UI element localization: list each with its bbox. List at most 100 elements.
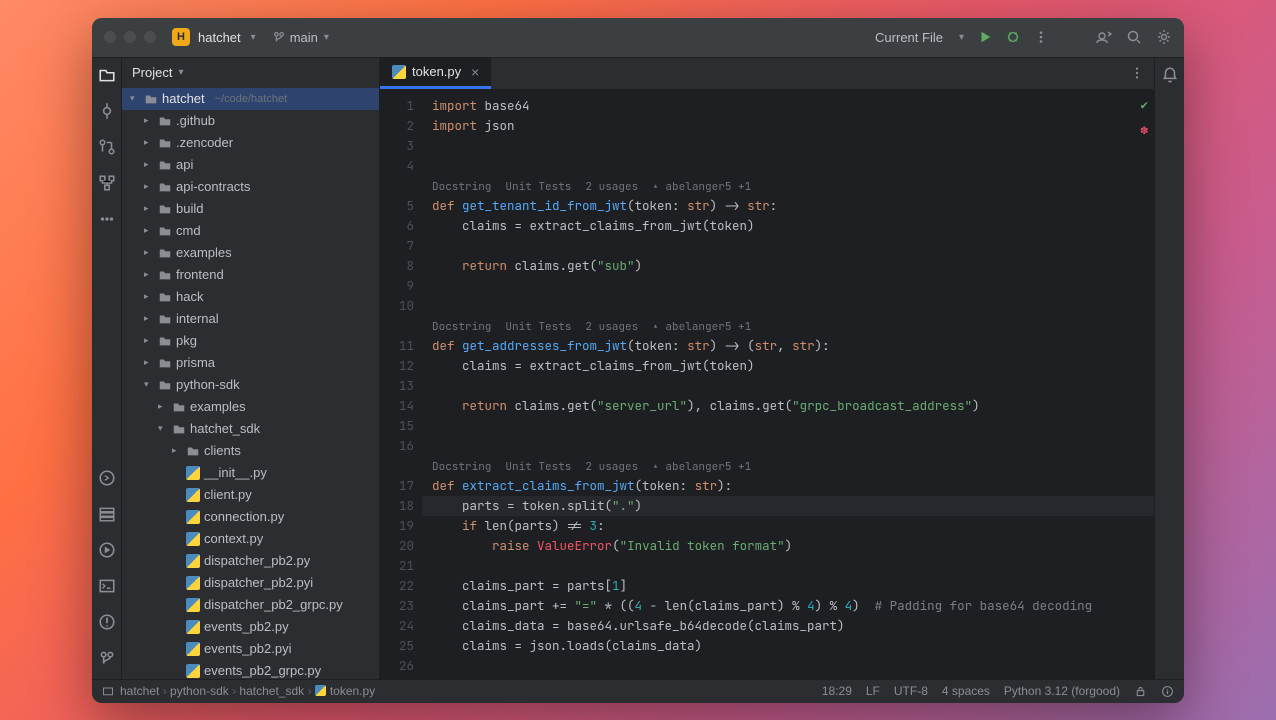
tree-folder[interactable]: ▸api xyxy=(122,154,379,176)
file-tree[interactable]: ▾hatchet~/code/hatchet▸.github▸.zencoder… xyxy=(122,88,379,679)
tree-item-label: .github xyxy=(176,113,215,128)
terminal-icon[interactable] xyxy=(98,577,116,595)
tree-folder[interactable]: ▸hack xyxy=(122,286,379,308)
project-name[interactable]: hatchet xyxy=(198,30,241,45)
notifications-icon[interactable] xyxy=(1161,66,1179,84)
tree-folder[interactable]: ▾hatchet_sdk xyxy=(122,418,379,440)
pull-requests-icon[interactable] xyxy=(98,138,116,156)
search-icon[interactable] xyxy=(1126,29,1142,45)
interpreter[interactable]: Python 3.12 (forgood) xyxy=(1004,684,1120,698)
code-editor[interactable]: 1234567891011121314151617181920212223242… xyxy=(380,90,1154,679)
tree-file[interactable]: ▸context.py xyxy=(122,528,379,550)
tree-folder[interactable]: ▸examples xyxy=(122,242,379,264)
maximize-window[interactable] xyxy=(144,31,156,43)
cursor-position[interactable]: 18:29 xyxy=(822,684,852,698)
problems-icon[interactable] xyxy=(98,613,116,631)
tree-file[interactable]: ▸dispatcher_pb2.py xyxy=(122,550,379,572)
status-info-icon[interactable] xyxy=(1161,685,1174,698)
vcs-tool-icon[interactable] xyxy=(98,649,116,667)
folder-icon xyxy=(158,290,172,304)
vcs-branch[interactable]: main ▾ xyxy=(272,30,329,45)
debug-icon[interactable] xyxy=(1006,30,1020,44)
tree-folder[interactable]: ▸internal xyxy=(122,308,379,330)
run-icon[interactable] xyxy=(978,30,992,44)
tree-item-label: dispatcher_pb2.pyi xyxy=(204,575,313,590)
line-gutter: 1234567891011121314151617181920212223242… xyxy=(380,90,422,679)
code-content[interactable]: import base64import json DocstringUnit T… xyxy=(422,90,1154,679)
branch-icon xyxy=(272,30,286,44)
editor-tabs: token.py × xyxy=(380,58,1154,90)
tree-file[interactable]: ▸dispatcher_pb2.pyi xyxy=(122,572,379,594)
python-file-icon xyxy=(186,532,200,546)
settings-icon[interactable] xyxy=(1156,29,1172,45)
tree-item-label: python-sdk xyxy=(176,377,240,392)
tree-item-label: connection.py xyxy=(204,509,284,524)
line-separator[interactable]: LF xyxy=(866,684,880,698)
tree-folder[interactable]: ▸clients xyxy=(122,440,379,462)
tree-item-label: __init__.py xyxy=(204,465,267,480)
tree-folder[interactable]: ▸prisma xyxy=(122,352,379,374)
folder-icon xyxy=(158,114,172,128)
inspections-ok-icon[interactable]: ✔ xyxy=(1140,96,1148,113)
commit-tool-icon[interactable] xyxy=(98,102,116,120)
file-encoding[interactable]: UTF-8 xyxy=(894,684,928,698)
run-config-label[interactable]: Current File xyxy=(875,30,943,45)
run-config-chevron-icon[interactable]: ▾ xyxy=(959,32,964,43)
python-file-icon xyxy=(186,488,200,502)
more-icon[interactable] xyxy=(1034,30,1048,44)
tree-file[interactable]: ▸connection.py xyxy=(122,506,379,528)
indent-setting[interactable]: 4 spaces xyxy=(942,684,990,698)
left-tool-rail xyxy=(92,58,122,679)
tree-item-label: cmd xyxy=(176,223,201,238)
tree-item-label: client.py xyxy=(204,487,252,502)
folder-icon xyxy=(158,202,172,216)
folder-icon xyxy=(186,444,200,458)
tree-item-label: prisma xyxy=(176,355,215,370)
structure-tool-icon[interactable] xyxy=(98,174,116,192)
tree-folder[interactable]: ▸examples xyxy=(122,396,379,418)
services-icon[interactable] xyxy=(98,505,116,523)
python-file-icon xyxy=(186,554,200,568)
pane-title: Project xyxy=(132,65,172,80)
tree-folder[interactable]: ▸pkg xyxy=(122,330,379,352)
project-chevron-icon[interactable]: ▾ xyxy=(251,32,256,43)
tree-folder[interactable]: ▸frontend xyxy=(122,264,379,286)
tree-root[interactable]: ▾hatchet~/code/hatchet xyxy=(122,88,379,110)
more-tools-icon[interactable] xyxy=(98,210,116,228)
tree-file[interactable]: ▸events_pb2.pyi xyxy=(122,638,379,660)
readonly-lock-icon[interactable] xyxy=(1134,685,1147,698)
tree-file[interactable]: ▸client.py xyxy=(122,484,379,506)
tree-folder[interactable]: ▸api-contracts xyxy=(122,176,379,198)
tree-file[interactable]: ▸__init__.py xyxy=(122,462,379,484)
tree-file[interactable]: ▸events_pb2.py xyxy=(122,616,379,638)
project-tool-icon[interactable] xyxy=(98,66,116,84)
tree-item-label: api-contracts xyxy=(176,179,250,194)
tree-item-label: pkg xyxy=(176,333,197,348)
tree-folder[interactable]: ▸.github xyxy=(122,110,379,132)
editor-tab[interactable]: token.py × xyxy=(380,58,491,89)
tree-folder[interactable]: ▸build xyxy=(122,198,379,220)
tree-item-label: events_pb2.pyi xyxy=(204,641,291,656)
tab-options-icon[interactable] xyxy=(1120,58,1154,89)
breadcrumbs[interactable]: hatchet › python-sdk › hatchet_sdk › tok… xyxy=(120,684,375,698)
ai-assistant-icon[interactable]: ✽ xyxy=(1140,121,1148,138)
tree-file[interactable]: ▸dispatcher_pb2_grpc.py xyxy=(122,594,379,616)
tree-item-label: dispatcher_pb2_grpc.py xyxy=(204,597,343,612)
folder-icon xyxy=(158,246,172,260)
folder-icon xyxy=(172,422,186,436)
code-with-me-icon[interactable] xyxy=(1096,29,1112,45)
tree-folder[interactable]: ▸.zencoder xyxy=(122,132,379,154)
minimize-window[interactable] xyxy=(124,31,136,43)
tree-item-label: .zencoder xyxy=(176,135,233,150)
run-tool-icon[interactable] xyxy=(98,541,116,559)
python-file-icon xyxy=(186,642,200,656)
editor-area: token.py × 12345678910111213141516171819… xyxy=(380,58,1154,679)
python-console-icon[interactable] xyxy=(98,469,116,487)
tree-folder[interactable]: ▾python-sdk xyxy=(122,374,379,396)
editor-marks: ✔ ✽ xyxy=(1140,96,1148,138)
tree-folder[interactable]: ▸cmd xyxy=(122,220,379,242)
project-pane-header[interactable]: Project ▾ xyxy=(122,58,379,88)
close-tab-icon[interactable]: × xyxy=(471,64,479,80)
tree-file[interactable]: ▸events_pb2_grpc.py xyxy=(122,660,379,679)
close-window[interactable] xyxy=(104,31,116,43)
